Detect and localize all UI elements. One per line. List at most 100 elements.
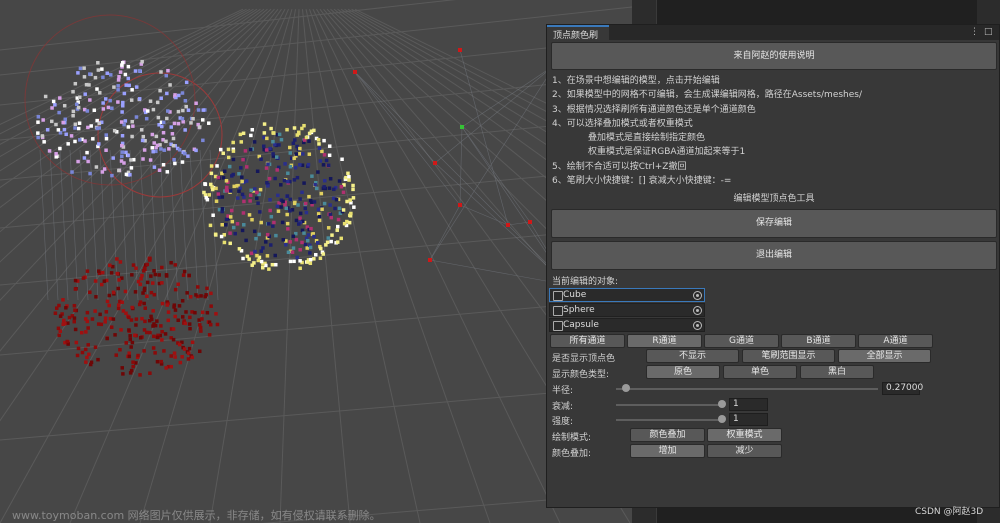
vertex-point (97, 142, 101, 146)
vertex-point (148, 99, 153, 103)
object-field-sphere[interactable]: Sphere (549, 303, 705, 317)
channel-b-button[interactable]: B通道 (781, 334, 856, 348)
vertex-point (72, 319, 76, 324)
vertex-point (313, 183, 317, 187)
vertex-point (274, 155, 279, 159)
instructions-button[interactable]: 来自阿赵的使用说明 (551, 42, 997, 70)
vertex-point (269, 214, 274, 219)
color-single-button[interactable]: 单色 (723, 365, 797, 379)
vertex-point (150, 146, 155, 150)
vertex-point (265, 181, 269, 185)
vertex-point (140, 59, 144, 64)
vertex-point (249, 188, 253, 193)
strength-label: 强度: (552, 417, 574, 427)
more-menu-icon[interactable]: ⋮ (970, 25, 979, 40)
vertex-point (108, 263, 112, 268)
strength-slider-thumb[interactable] (718, 415, 726, 423)
radius-value-field[interactable]: 0.27000 (882, 382, 923, 395)
vertex-point (238, 132, 243, 137)
show-vertex-label: 是否显示顶点色 (552, 354, 616, 364)
vertex-point (74, 340, 79, 345)
blend-subtract-button[interactable]: 减少 (707, 444, 782, 458)
vertex-point (312, 234, 316, 239)
object-picker-icon[interactable] (693, 291, 702, 300)
vertex-point (347, 178, 351, 182)
object-picker-icon[interactable] (693, 321, 702, 330)
vertex-point (107, 293, 112, 298)
object-field-capsule[interactable]: Capsule (549, 318, 705, 332)
vertex-point (270, 262, 275, 267)
vertex-point (187, 346, 192, 351)
vertex-point (182, 269, 187, 274)
falloff-slider-track[interactable] (616, 404, 724, 406)
save-button[interactable]: 保存编辑 (551, 209, 997, 238)
vertex-point (43, 94, 48, 99)
vertex-point (304, 210, 309, 215)
object-field-cube[interactable]: Cube (549, 288, 705, 302)
falloff-value-field[interactable]: 1 (729, 398, 768, 411)
vertex-point (268, 198, 272, 202)
channel-r-button[interactable]: R通道 (627, 334, 702, 348)
vertex-point (348, 198, 352, 202)
vertex-point (298, 197, 302, 201)
vertex-point (124, 341, 129, 345)
vertex-point (266, 184, 270, 188)
vertex-point (250, 127, 255, 132)
vertex-point (133, 290, 138, 294)
vertex-point (190, 355, 194, 360)
vertex-point (159, 324, 163, 328)
color-original-button[interactable]: 原色 (646, 365, 720, 379)
vertex-point (326, 226, 331, 230)
vertex-point (226, 155, 231, 160)
maximize-icon[interactable]: □ (984, 25, 993, 40)
vertex-point (294, 237, 299, 242)
vertex-point (142, 301, 146, 306)
color-bw-button[interactable]: 黑白 (800, 365, 874, 379)
vertex-point (152, 165, 157, 169)
show-all-button[interactable]: 全部显示 (838, 349, 931, 363)
vertex-point (78, 95, 82, 99)
vertex-point (130, 119, 134, 124)
vertex-point (137, 302, 142, 307)
vertex-point (83, 92, 87, 96)
vertex-point (225, 185, 229, 190)
show-brush-range-button[interactable]: 笔刷范围显示 (742, 349, 835, 363)
vertex-point (222, 240, 227, 245)
strength-slider-track[interactable] (616, 419, 724, 421)
radius-slider-track[interactable] (616, 388, 878, 390)
vertex-point (127, 83, 131, 88)
vertex-point (269, 126, 273, 131)
mode-weight-button[interactable]: 权重模式 (707, 428, 782, 442)
vertex-point (36, 120, 40, 124)
vertex-point (163, 332, 168, 336)
channel-all-button[interactable]: 所有通道 (550, 334, 625, 348)
blend-add-button[interactable]: 增加 (630, 444, 705, 458)
vertex-point (126, 76, 131, 81)
vertex-point (277, 132, 282, 137)
vertex-point (99, 322, 104, 327)
vertex-point (169, 125, 173, 129)
vertex-point (75, 102, 79, 107)
vertex-point (164, 273, 169, 277)
vertex-point (294, 218, 299, 223)
mode-additive-button[interactable]: 颜色叠加 (630, 428, 705, 442)
vertex-point (279, 137, 284, 142)
vertex-point (286, 171, 290, 176)
vertex-point (96, 61, 100, 65)
vertex-point (247, 213, 252, 217)
vertex-point (329, 239, 333, 244)
strength-value-field[interactable]: 1 (729, 413, 768, 426)
falloff-slider-thumb[interactable] (718, 400, 726, 408)
vertex-point (161, 163, 166, 167)
vertex-point (205, 310, 210, 315)
show-none-button[interactable]: 不显示 (646, 349, 739, 363)
object-picker-icon[interactable] (693, 306, 702, 315)
vertex-point (149, 314, 153, 319)
tab-vertex-color-brush[interactable]: 顶点颜色刷 (547, 25, 609, 41)
channel-g-button[interactable]: G通道 (704, 334, 779, 348)
channel-a-button[interactable]: A通道 (858, 334, 933, 348)
vertex-point (265, 136, 269, 141)
vertex-point (159, 147, 163, 151)
vertex-point (258, 187, 263, 192)
exit-button[interactable]: 退出编辑 (551, 241, 997, 270)
